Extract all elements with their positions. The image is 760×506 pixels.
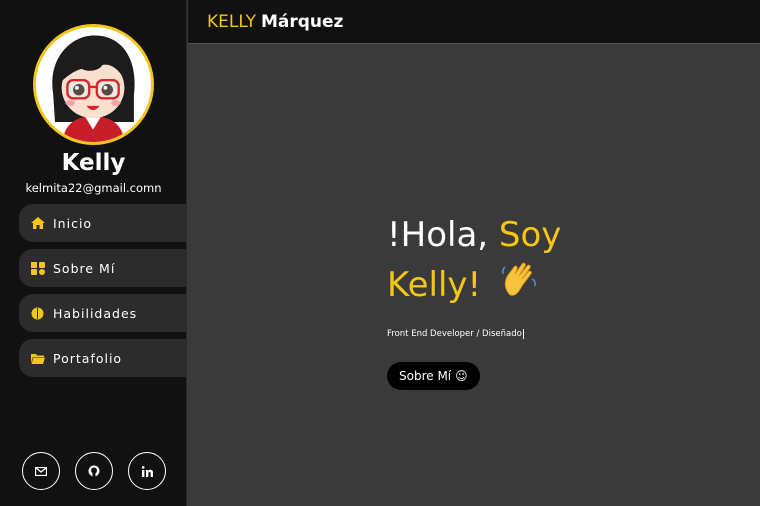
top-bar: KELLY Márquez: [188, 0, 760, 44]
brain-icon: [30, 307, 45, 320]
linkedin-button[interactable]: [128, 452, 166, 490]
home-icon: [30, 217, 45, 230]
sobre-mi-button[interactable]: Sobre Mí ☺: [387, 361, 480, 390]
linkedin-icon: [141, 465, 153, 477]
sidebar-item-label: Portafolio: [53, 350, 123, 366]
hero-greeting: !Hola,: [387, 215, 489, 255]
sidebar-nav: Inicio Sobre Mí Habilidades Portafolio: [19, 204, 187, 384]
hero-section: !Hola, Soy Kelly! Front End Developer / …: [387, 210, 647, 390]
sidebar-item-habilidades[interactable]: Habilidades: [19, 294, 187, 332]
avatar: [33, 24, 154, 145]
brand-first-name: KELLY: [207, 11, 256, 32]
hero-subtitle: Front End Developer / Diseñado: [387, 328, 524, 339]
hero-name: Kelly!: [387, 265, 482, 305]
github-icon: [88, 465, 100, 477]
profile-name: Kelly: [61, 150, 126, 176]
smiley-icon: ☺: [455, 368, 468, 383]
sidebar: Kelly kelmita22@gmail.comn Inicio Sobre …: [0, 0, 187, 506]
folder-icon: [30, 352, 45, 365]
sobre-mi-button-label: Sobre Mí: [399, 368, 452, 383]
sidebar-item-portafolio[interactable]: Portafolio: [19, 339, 187, 377]
avatar-illustration: [36, 27, 151, 142]
hero-heading-line-2: Kelly!: [387, 260, 647, 313]
brand-last-name: Márquez: [260, 11, 344, 32]
mail-button[interactable]: [22, 452, 60, 490]
profile-email: kelmita22@gmail.comn: [25, 181, 162, 195]
social-links: [22, 452, 166, 490]
sidebar-item-label: Habilidades: [53, 305, 138, 321]
hero-heading-line-1: !Hola, Soy: [387, 210, 647, 260]
sidebar-item-inicio[interactable]: Inicio: [19, 204, 187, 242]
sidebar-item-sobre-mi[interactable]: Sobre Mí: [19, 249, 187, 287]
mail-icon: [35, 466, 47, 476]
sidebar-item-label: Sobre Mí: [53, 260, 116, 276]
github-button[interactable]: [75, 452, 113, 490]
hero-soy: Soy: [498, 215, 562, 255]
sidebar-item-label: Inicio: [53, 215, 93, 231]
waving-hand-icon: [500, 261, 540, 313]
puzzle-icon: [30, 261, 45, 275]
